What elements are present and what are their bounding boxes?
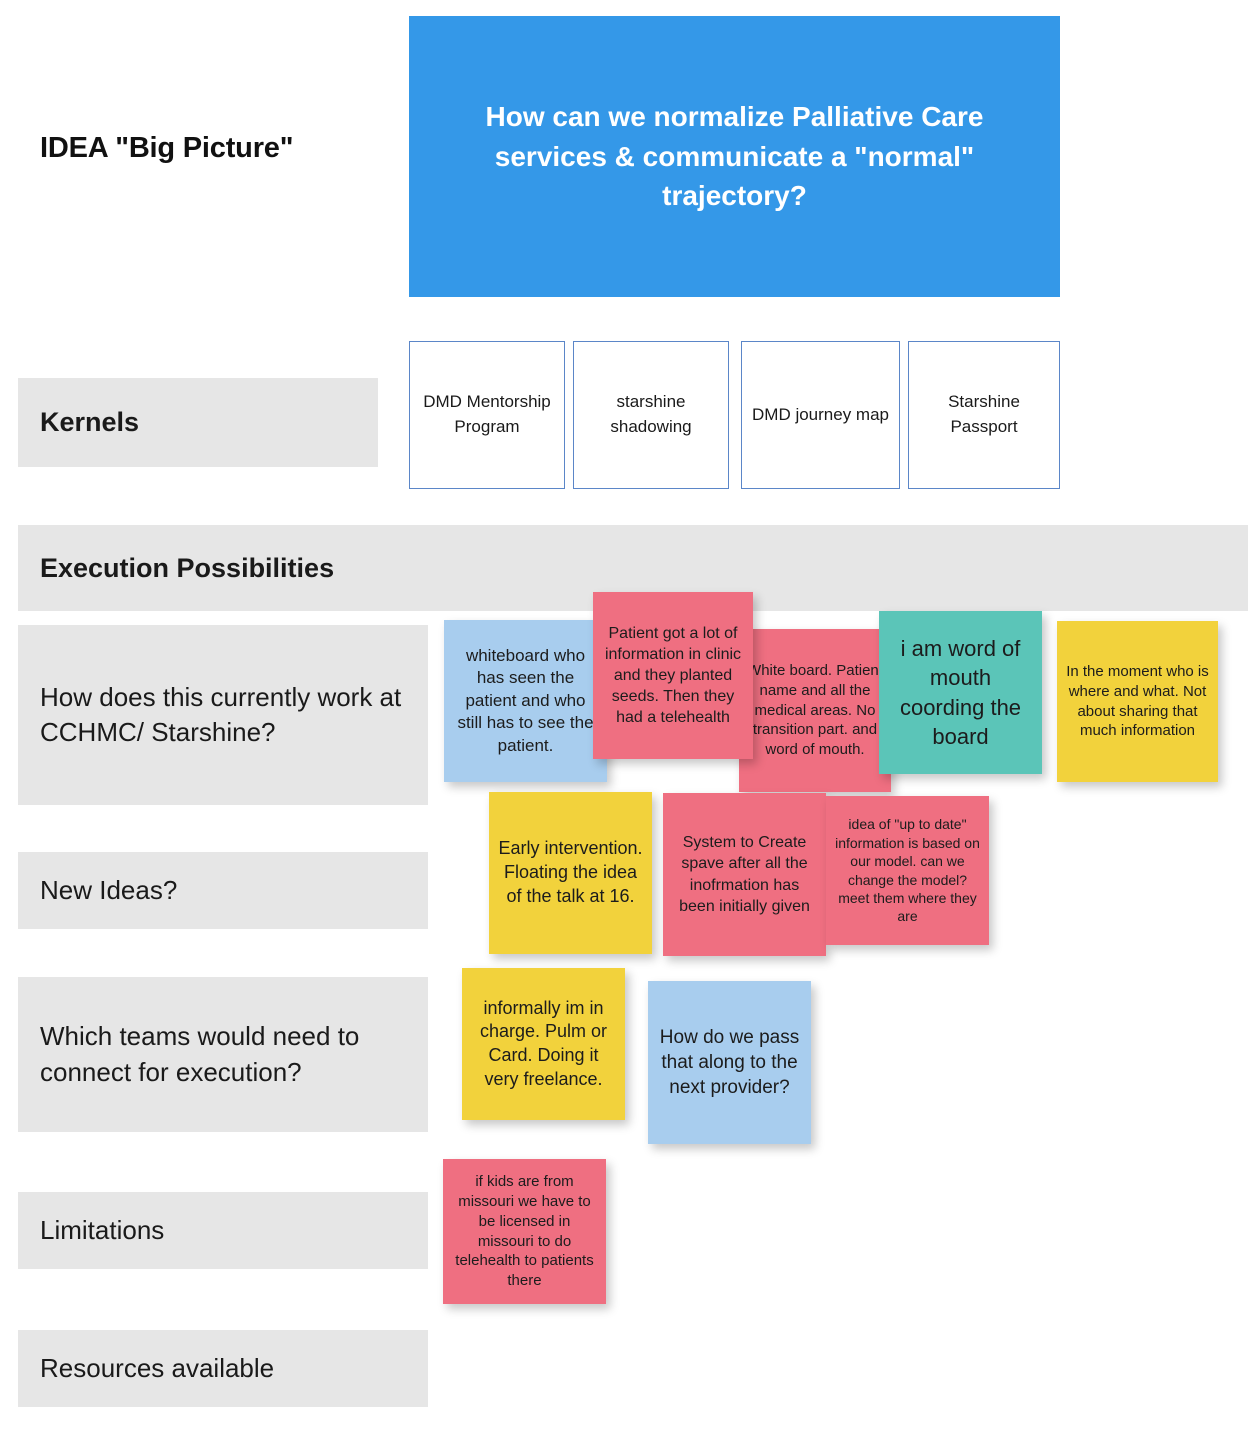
- sticky-note-text: White board. Patient name and all the me…: [747, 662, 883, 759]
- sticky-note-text: Patient got a lot of information in clin…: [604, 624, 742, 727]
- row-label-resources-available: Resources available: [18, 1330, 428, 1407]
- row-label-text: How does this currently work at CCHMC/ S…: [40, 681, 402, 747]
- row-label-new-ideas: New Ideas?: [18, 852, 428, 929]
- note-word-of-mouth[interactable]: i am word of mouth coording the board: [879, 611, 1042, 774]
- kernel-card-starshine-passport[interactable]: Starshine Passport: [908, 341, 1060, 489]
- kernels-label-text: Kernels: [40, 407, 140, 438]
- sticky-note-text: i am word of mouth coording the board: [899, 636, 1022, 749]
- big-picture-question-text: How can we normalize Palliative Care ser…: [485, 100, 984, 212]
- execution-possibilities-label-text: Execution Possibilities: [40, 552, 335, 583]
- kernel-card-label: Starshine Passport: [948, 392, 1020, 436]
- sticky-note-text: How do we pass that along to the next pr…: [659, 1026, 800, 1099]
- sticky-note-text: In the moment who is where and what. Not…: [1066, 662, 1209, 740]
- note-informally-in-charge[interactable]: informally im in charge. Pulm or Card. D…: [462, 968, 625, 1120]
- note-patient-info-clinic[interactable]: Patient got a lot of information in clin…: [593, 592, 753, 759]
- note-white-board-patient-name[interactable]: White board. Patient name and all the me…: [739, 629, 891, 792]
- big-picture-question-banner: How can we normalize Palliative Care ser…: [409, 16, 1060, 297]
- note-system-to-create-space[interactable]: System to Create spave after all the ino…: [663, 793, 826, 956]
- sticky-note-text: System to Create spave after all the ino…: [679, 834, 810, 915]
- kernel-card-dmd-mentorship[interactable]: DMD Mentorship Program: [409, 341, 565, 489]
- note-up-to-date-model[interactable]: idea of "up to date" information is base…: [826, 796, 989, 945]
- note-whiteboard-seen[interactable]: whiteboard who has seen the patient and …: [444, 620, 607, 782]
- kernel-card-label: DMD Mentorship Program: [423, 392, 551, 436]
- sticky-note-text: Early intervention. Floating the idea of…: [498, 838, 643, 906]
- row-label-which-teams-connect: Which teams would need to connect for ex…: [18, 977, 428, 1132]
- kernel-card-label: starshine shadowing: [610, 392, 692, 436]
- page-title: IDEA "Big Picture": [40, 132, 294, 164]
- sticky-note-text: idea of "up to date" information is base…: [835, 816, 980, 925]
- sticky-note-text: if kids are from missouri we have to be …: [455, 1173, 594, 1290]
- note-early-intervention[interactable]: Early intervention. Floating the idea of…: [489, 792, 652, 954]
- sticky-note-text: whiteboard who has seen the patient and …: [457, 645, 594, 755]
- row-label-text: Resources available: [40, 1352, 275, 1383]
- section-label-kernels: Kernels: [18, 378, 378, 467]
- note-in-the-moment[interactable]: In the moment who is where and what. Not…: [1057, 621, 1218, 782]
- kernel-card-starshine-shadowing[interactable]: starshine shadowing: [573, 341, 729, 489]
- kernel-card-label: DMD journey map: [752, 404, 889, 424]
- row-label-text: New Ideas?: [40, 874, 178, 905]
- sticky-note-text: informally im in charge. Pulm or Card. D…: [479, 997, 608, 1089]
- kernel-card-dmd-journey-map[interactable]: DMD journey map: [741, 341, 900, 489]
- note-pass-along-next-provider[interactable]: How do we pass that along to the next pr…: [648, 981, 811, 1144]
- row-label-text: Limitations: [40, 1214, 165, 1245]
- row-label-limitations: Limitations: [18, 1192, 428, 1269]
- note-missouri-license[interactable]: if kids are from missouri we have to be …: [443, 1159, 606, 1304]
- row-label-how-does-this-currently-work: How does this currently work at CCHMC/ S…: [18, 625, 428, 805]
- row-label-text: Which teams would need to connect for ex…: [40, 1021, 360, 1087]
